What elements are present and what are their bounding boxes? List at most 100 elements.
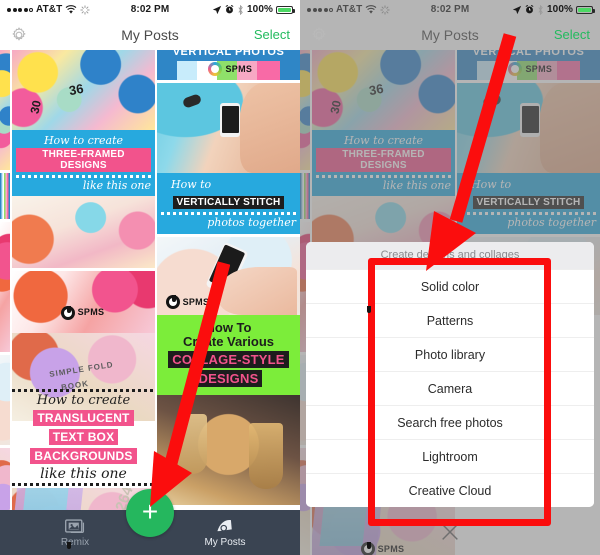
carrier-label: AT&T <box>336 4 363 15</box>
grid-column-2: VERTICAL PHOTOS SPMS How to VERTICALLY S… <box>157 50 300 555</box>
status-bar-right: 100% <box>512 4 595 15</box>
tab-label: My Posts <box>204 537 246 548</box>
alarm-clock-icon <box>525 5 534 14</box>
spms-wordmark: SPMS <box>225 63 253 74</box>
headline-script-bottom: like this one <box>382 178 451 192</box>
battery-percent-label: 100% <box>247 4 273 15</box>
nav-bar: My Posts Select <box>0 19 300 50</box>
post-vertical-photos-header: VERTICAL PHOTOS SPMS <box>157 50 300 80</box>
headline-line-4: DESIGNS <box>194 369 263 387</box>
posts-grid[interactable]: 36 30 How to create THREE-FRAMED DESIGNS… <box>0 50 300 555</box>
status-bar: AT&T 8:02 PM 100% <box>0 0 300 19</box>
gear-icon[interactable] <box>310 26 328 44</box>
tab-label: Remix <box>60 537 90 548</box>
list-item[interactable]: 36 30 How to create THREE-FRAMED DESIGNS… <box>312 50 455 269</box>
spms-logo: SPMS <box>360 542 405 555</box>
list-item[interactable]: SPMS How To Create Various COLLAGE-STYLE… <box>157 237 300 505</box>
menu-item-creative-cloud[interactable]: Creative Cloud <box>306 473 594 507</box>
gear-icon[interactable] <box>10 26 28 44</box>
list-item[interactable]: VERTICAL PHOTOS SPMS How to VERTICALLY S… <box>457 50 600 235</box>
headline-line-3: COLLAGE-STYLE <box>168 350 289 368</box>
grid-tile-partial-2[interactable] <box>300 173 310 219</box>
activity-spinner-icon <box>380 4 390 15</box>
spms-wordmark: SPMS <box>182 296 210 307</box>
headline-line-1: How To <box>205 320 252 336</box>
post-vertical-photos-header: VERTICAL PHOTOS SPMS <box>457 50 600 80</box>
menu-item-photo-library[interactable]: Photo library <box>306 337 594 371</box>
action-sheet-title: Create designs and collages <box>306 242 594 269</box>
menu-item-search-free-photos[interactable]: Search free photos <box>306 405 594 439</box>
post-photo-beach <box>157 83 300 173</box>
dashed-rule <box>161 211 296 215</box>
menu-item-patterns[interactable]: Patterns <box>306 303 594 337</box>
grid-tile-partial-4[interactable] <box>0 355 10 445</box>
spms-logo: SPMS <box>508 62 552 76</box>
post-headline-three-framed: How to create THREE-FRAMED DESIGNS like … <box>12 130 155 197</box>
spms-ring-icon <box>165 295 180 310</box>
headline-script-bottom: like this one <box>82 178 151 192</box>
screenshot-stage: AT&T 8:02 PM 100% My Posts Select 36 30 … <box>0 0 600 555</box>
spms-ring-icon <box>508 62 523 76</box>
menu-item-solid-color[interactable]: Solid color <box>306 269 594 303</box>
headline-banner-row: VERTICALLY STITCH <box>161 192 296 210</box>
status-bar-right: 100% <box>212 4 295 15</box>
alarm-clock-icon <box>225 5 234 14</box>
post-photo-hand-phone: SPMS <box>157 237 300 316</box>
signal-strength-icon <box>7 7 33 12</box>
post-photo-beach <box>457 83 600 173</box>
grid-column-1: 36 30 How to create THREE-FRAMED DESIGNS… <box>12 50 155 555</box>
grid-tile-partial-3[interactable] <box>0 222 10 352</box>
headline-line-4-row: DESIGNS <box>160 369 297 388</box>
carrier-label: AT&T <box>36 4 63 15</box>
headline-banner: VERTICAL PHOTOS <box>472 50 585 58</box>
headline-line-2: TEXT BOX <box>48 428 119 445</box>
headline-script-top: How to create <box>36 393 131 409</box>
dashed-rule <box>16 174 151 178</box>
headline-banner: THREE-FRAMED DESIGNS <box>16 147 151 172</box>
spms-logo: SPMS <box>60 305 105 320</box>
sidebar-item-my-posts[interactable]: My Posts <box>150 517 300 548</box>
headline-line-2-row: TEXT BOX <box>12 428 155 446</box>
grid-tile-partial-2[interactable] <box>0 173 10 219</box>
headline-banner-row: THREE-FRAMED DESIGNS <box>16 147 151 173</box>
headline-script-top: How to <box>171 178 212 191</box>
select-button[interactable]: Select <box>254 27 290 42</box>
right-phone-screen: AT&T 8:02 PM 100% My Posts Select 36 30 … <box>300 0 600 555</box>
tab-bar: Remix My Posts + <box>0 489 300 555</box>
posts-icon <box>217 519 232 532</box>
list-item[interactable]: VERTICAL PHOTOS SPMS How to VERTICALLY S… <box>157 50 300 235</box>
wifi-icon <box>365 4 377 14</box>
grid-tile-partial-1[interactable] <box>300 50 310 170</box>
headline-banner: VERTICAL PHOTOS <box>172 50 285 58</box>
menu-item-lightroom[interactable]: Lightroom <box>306 439 594 473</box>
post-photo-craft: 36 30 <box>312 50 455 130</box>
spms-ring-icon <box>60 305 75 320</box>
headline-script-top: How to <box>471 178 512 191</box>
grid-tile-partial-1[interactable] <box>0 50 10 170</box>
spms-ring-icon <box>360 542 375 555</box>
dashed-rule-bottom <box>12 483 155 487</box>
headline-banner: THREE-FRAMED DESIGNS <box>316 147 451 172</box>
headline-line-1-row: TRANSLUCENT <box>12 409 155 427</box>
create-button[interactable]: + <box>126 489 174 537</box>
location-arrow-icon <box>512 5 522 14</box>
bluetooth-icon <box>238 4 243 15</box>
headline-line-3-row: COLLAGE-STYLE <box>160 350 297 369</box>
nav-bar: My Posts Select <box>300 19 600 50</box>
bluetooth-icon <box>538 4 543 15</box>
photos-stack-icon <box>65 519 85 533</box>
location-arrow-icon <box>212 5 222 14</box>
menu-item-camera[interactable]: Camera <box>306 371 594 405</box>
signal-strength-icon <box>307 7 333 12</box>
list-item[interactable]: 36 30 How to create THREE-FRAMED DESIGNS… <box>12 50 155 269</box>
post-photo-craft: 36 30 <box>12 50 155 130</box>
battery-icon <box>276 5 295 14</box>
headline-script-top: How to create <box>343 134 424 147</box>
select-button[interactable]: Select <box>554 27 590 42</box>
headline-banner: VERTICALLY STITCH <box>172 195 285 209</box>
headline-script-bottom: like this one <box>40 465 127 482</box>
close-icon[interactable] <box>439 521 461 543</box>
headline-script-top: How to create <box>43 134 124 147</box>
post-headline-vertically-stitch: How to VERTICALLY STITCH photos together <box>457 173 600 235</box>
headline-banner-row: VERTICALLY STITCH <box>461 192 596 210</box>
